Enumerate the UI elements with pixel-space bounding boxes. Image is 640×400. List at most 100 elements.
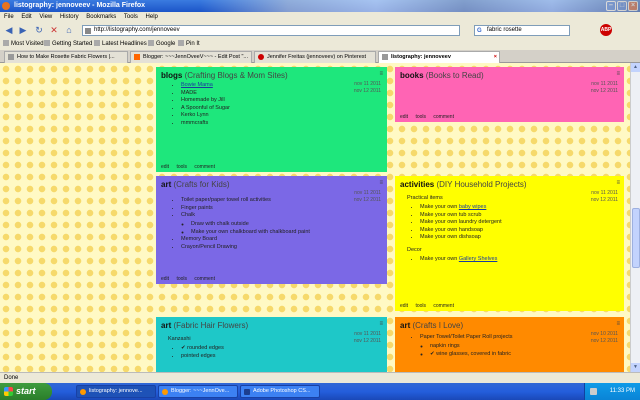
card-dates: nov 11 2011 nov 12 2011 — [353, 331, 381, 344]
search-input[interactable]: G fabric rosette — [474, 25, 570, 36]
card-menu-icon[interactable]: ≡ — [616, 321, 620, 327]
tab-blogger[interactable]: Blogger: ~~~JennOveeV~~~ - Edit Post "..… — [130, 51, 252, 63]
list-item[interactable]: Bowie Mama — [181, 82, 382, 89]
edit-link[interactable]: edit — [400, 303, 408, 309]
menu-history[interactable]: History — [60, 14, 79, 20]
card-dates: nov 11 2011 nov 12 2011 — [353, 81, 381, 94]
scroll-up-icon[interactable]: ▲ — [631, 63, 640, 72]
card-list: ✔ rounded edges pointed edges — [161, 345, 382, 360]
menu-view[interactable]: View — [39, 14, 52, 20]
card-dates: nov 11 2011 nov 12 2011 — [353, 190, 381, 203]
network-icon[interactable] — [590, 388, 597, 395]
system-tray: 11:33 PM — [584, 383, 640, 400]
google-search-icon: G — [477, 28, 482, 34]
list-item: Make your own Gallery Shelves — [420, 256, 619, 263]
menu-bookmarks[interactable]: Bookmarks — [86, 14, 116, 20]
section-heading: Practical items — [407, 195, 443, 201]
tab-rosette[interactable]: How to Make Rosette Fabric Flowers |... — [4, 51, 128, 63]
list-item: Make your own dishsoap — [420, 234, 619, 241]
bookmark-google[interactable]: Google — [148, 38, 175, 50]
menu-help[interactable]: Help — [146, 14, 158, 20]
card-title: art (Fabric Hair Flowers) — [161, 321, 249, 330]
list-item: Make your own handsoap — [420, 227, 619, 234]
comment-link[interactable]: comment — [194, 276, 215, 282]
list-card-art-hair: art (Fabric Hair Flowers) ≡ nov 11 2011 n… — [156, 317, 387, 372]
card-dates: nov 10 2011 nov 12 2011 — [590, 331, 618, 344]
list-item: Make your own laundry detergent — [420, 219, 619, 226]
menu-bar: File Edit View History Bookmarks Tools H… — [0, 12, 640, 23]
vertical-scrollbar[interactable]: ▲ ▼ — [630, 63, 640, 372]
menu-tools[interactable]: Tools — [124, 14, 138, 20]
menu-file[interactable]: File — [4, 14, 14, 20]
card-footer: edit tools comment — [400, 114, 460, 120]
site-favicon-icon — [85, 28, 91, 34]
tab-favicon-icon — [8, 54, 14, 60]
list-item: Memory Board — [181, 236, 382, 243]
list-subitem: ✔ wine glasses, covered in fabric — [430, 351, 619, 358]
comment-link[interactable]: comment — [433, 303, 454, 309]
list-item: Crayon/Pencil Drawing — [181, 244, 382, 251]
back-icon[interactable]: ◀ — [3, 24, 15, 37]
windows-taskbar: start listography: jennove... Blogger: ~… — [0, 383, 640, 400]
reload-icon[interactable]: ↻ — [33, 24, 45, 37]
list-subitem: Make your own chalkboard with chalkboard… — [191, 229, 382, 236]
page-content: blogs (Crafting Blogs & Mom Sites) ≡ nov… — [0, 63, 630, 372]
card-footer: edit tools comment — [400, 303, 460, 309]
stop-icon[interactable]: ✕ — [48, 24, 60, 37]
card-title: activities (DIY Household Projects) — [400, 180, 527, 189]
start-button[interactable]: start — [0, 383, 52, 400]
scroll-down-icon[interactable]: ▼ — [631, 363, 640, 372]
tab-listography[interactable]: listography: jennoveev × — [378, 51, 500, 63]
card-menu-icon[interactable]: ≡ — [616, 71, 620, 77]
home-icon[interactable]: ⌂ — [63, 24, 75, 37]
bookmark-getting-started[interactable]: Getting Started — [44, 38, 92, 50]
comment-link[interactable]: comment — [194, 164, 215, 170]
firefox-icon — [80, 389, 86, 395]
card-list: Bowie Mama MADE Homemade by Jill A Spoon… — [161, 82, 382, 127]
menu-edit[interactable]: Edit — [21, 14, 31, 20]
bookmark-most-visited[interactable]: Most Visited — [3, 38, 44, 50]
edit-link[interactable]: edit — [161, 164, 169, 170]
edit-link[interactable]: edit — [161, 276, 169, 282]
list-item: Chalk Draw with chalk outside Make your … — [181, 212, 382, 236]
clock: 11:33 PM — [609, 388, 635, 394]
list-item: Toilet paper/paper towel roll activities — [181, 197, 382, 204]
tools-link[interactable]: tools — [176, 276, 187, 282]
google-icon — [148, 40, 154, 46]
list-card-art-love: art (Crafts I Love) ≡ nov 10 2011 nov 12 … — [395, 317, 624, 372]
tools-link[interactable]: tools — [415, 303, 426, 309]
bookmark-latest-headlines[interactable]: Latest Headlines — [94, 38, 147, 50]
card-menu-icon[interactable]: ≡ — [379, 71, 383, 77]
url-bar[interactable]: http://listography.com/jennoveev — [82, 25, 460, 36]
task-firefox[interactable]: listography: jennove... — [76, 385, 156, 398]
scrollbar-thumb[interactable] — [632, 208, 640, 268]
card-menu-icon[interactable]: ≡ — [616, 180, 620, 186]
card-list: Paper Towel/Toilet Paper Roll projects n… — [400, 334, 619, 358]
comment-link[interactable]: comment — [433, 114, 454, 120]
close-tab-icon[interactable]: × — [494, 52, 497, 63]
tab-pinterest[interactable]: Jennifer Freitas (jennoveev) on Pinteres… — [254, 51, 376, 63]
item-link[interactable]: baby wipes — [459, 204, 487, 210]
task-blogger[interactable]: Blogger: ~~~JennOve... — [158, 385, 238, 398]
list-card-art-kids: art (Crafts for Kids) ≡ nov 11 2011 nov 1… — [156, 176, 387, 284]
forward-icon[interactable]: ▶ — [17, 24, 29, 37]
task-photoshop[interactable]: Adobe Photoshop CS... — [240, 385, 320, 398]
list-item: Make your own baby wipes — [420, 204, 619, 211]
card-footer: edit tools comment — [161, 276, 221, 282]
adblock-icon[interactable]: ABP — [600, 24, 612, 36]
card-dates: nov 11 2011 nov 12 2011 — [590, 190, 618, 203]
item-link[interactable]: Gallery Shelves — [459, 256, 498, 262]
list-item: mmmcrafts — [181, 120, 382, 127]
pinterest-icon — [258, 54, 264, 60]
tab-favicon-icon — [382, 54, 388, 60]
tools-link[interactable]: tools — [415, 114, 426, 120]
section-heading: Kanzashi — [168, 336, 191, 342]
tools-link[interactable]: tools — [176, 164, 187, 170]
bookmark-pin-it[interactable]: Pin It — [178, 38, 200, 50]
card-list: Make your own baby wipes Make your own t… — [400, 204, 619, 241]
list-item: A Spoonful of Sugar — [181, 105, 382, 112]
edit-link[interactable]: edit — [400, 114, 408, 120]
card-menu-icon[interactable]: ≡ — [379, 180, 383, 186]
list-item: ✔ rounded edges — [181, 345, 382, 352]
card-menu-icon[interactable]: ≡ — [379, 321, 383, 327]
